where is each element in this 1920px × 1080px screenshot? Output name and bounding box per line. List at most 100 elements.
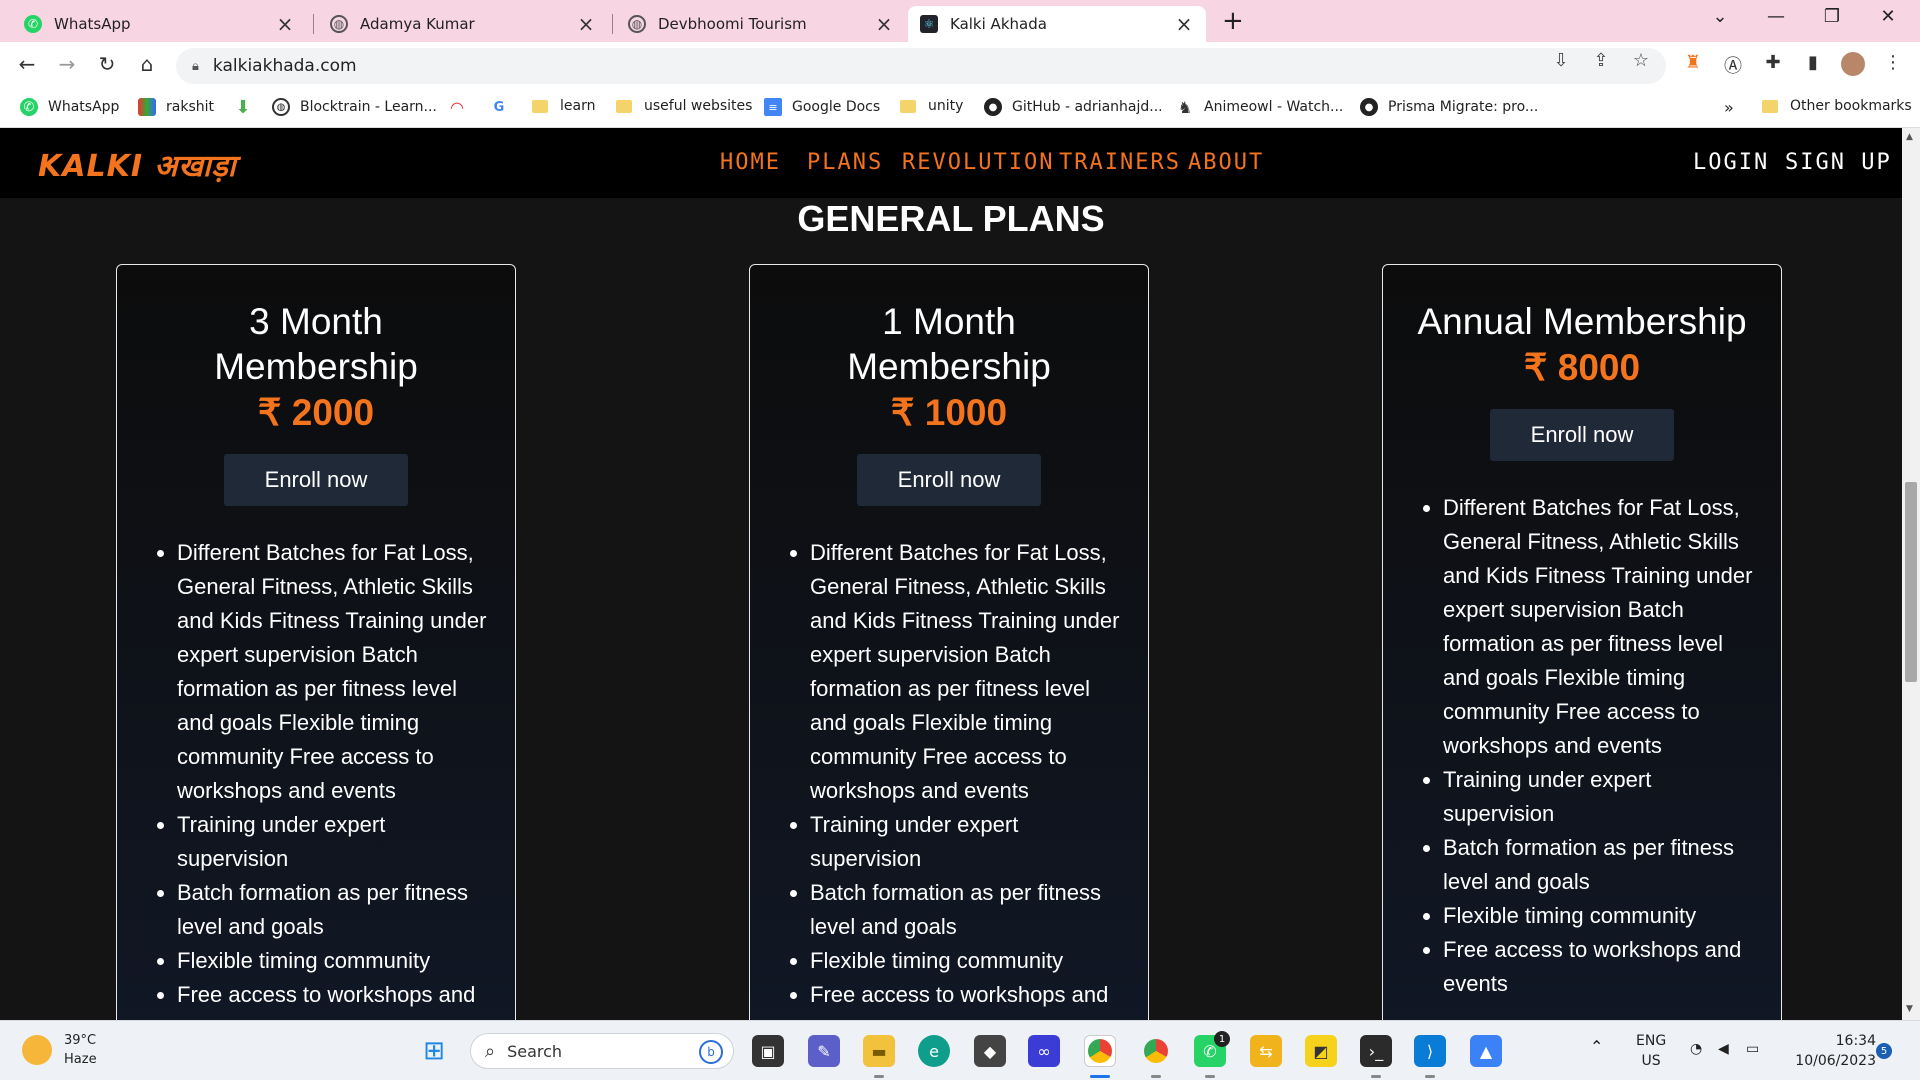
bookmark-folder-learn[interactable]: learn xyxy=(532,98,595,114)
page-scrollbar[interactable]: ▲ ▼ xyxy=(1902,128,1920,1020)
active-indicator xyxy=(1090,1075,1110,1078)
chrome-icon[interactable] xyxy=(1140,1035,1172,1067)
bookmark-prisma-migrate[interactable]: ● Prisma Migrate: pro... xyxy=(1360,98,1538,116)
close-icon[interactable]: × xyxy=(275,12,295,36)
brave-extension-icon[interactable]: ♜ xyxy=(1678,52,1708,73)
plans-page: GENERAL PLANS 3 Month Membership ₹ 2000 … xyxy=(0,198,1902,1020)
battery-icon[interactable]: ▭ xyxy=(1746,1039,1759,1059)
photos-icon[interactable]: ▲ xyxy=(1470,1035,1502,1067)
bookmark-whatsapp[interactable]: ✆ WhatsApp xyxy=(20,98,119,116)
bookmark-other-bookmarks[interactable]: Other bookmarks xyxy=(1762,98,1912,114)
bookmark-github-adrian[interactable]: ● GitHub - adrianhajd... xyxy=(984,98,1163,116)
chrome-active-icon[interactable] xyxy=(1084,1035,1116,1067)
scrollbar-thumb[interactable] xyxy=(1905,482,1917,682)
translate-extension-icon[interactable]: Ⓐ xyxy=(1718,52,1748,78)
login-link[interactable]: LOGIN xyxy=(1693,150,1769,175)
bookmark-folder-unity[interactable]: unity xyxy=(900,98,963,114)
vscode-icon[interactable]: ⟩ xyxy=(1414,1035,1446,1067)
nav-revolution-link[interactable]: REVOLUTION xyxy=(902,150,1054,175)
clock[interactable]: 16:34 10/06/2023 xyxy=(1786,1031,1876,1071)
close-icon[interactable]: × xyxy=(874,12,894,36)
github-icon: ● xyxy=(984,98,1002,116)
windows-taskbar: 39°C Haze ⊞ ⌕ Search b ▣ ✎ ▬ e ◆ ∞ ✆ 1 ⇆… xyxy=(0,1020,1920,1080)
edge-browser-icon[interactable]: e xyxy=(918,1035,950,1067)
bookmark-label: Prisma Migrate: pro... xyxy=(1388,99,1539,115)
bookmark-folder-useful-websites[interactable]: useful websites xyxy=(616,98,752,114)
reload-icon[interactable]: ↻ xyxy=(92,52,122,76)
github-icon: ● xyxy=(1360,98,1378,116)
notification-count-badge[interactable]: 5 xyxy=(1876,1043,1892,1059)
feature-list: Different Batches for Fat Loss, General … xyxy=(750,536,1148,1020)
feature-item: Training under expert supervision xyxy=(810,808,1124,876)
language-line2: US xyxy=(1641,1053,1661,1069)
more-menu-icon[interactable]: ⋮ xyxy=(1878,52,1908,73)
enroll-now-button[interactable]: Enroll now xyxy=(857,454,1041,506)
tab-search-chevron-icon[interactable]: ⌄ xyxy=(1700,6,1740,27)
close-window-icon[interactable]: ✕ xyxy=(1868,6,1908,27)
taskbar-search-box[interactable]: ⌕ Search b xyxy=(470,1033,734,1069)
restore-icon[interactable]: ❐ xyxy=(1812,6,1852,27)
feature-item: Flexible timing community xyxy=(810,944,1124,978)
bookmark-google-docs[interactable]: ≡ Google Docs xyxy=(764,98,880,116)
visual-studio-icon[interactable]: ∞ xyxy=(1028,1035,1060,1067)
enroll-now-button[interactable]: Enroll now xyxy=(1490,409,1674,461)
sticky-notes-icon[interactable]: ◩ xyxy=(1305,1035,1337,1067)
terminal-icon[interactable]: ›_ xyxy=(1360,1035,1392,1067)
nav-trainers-link[interactable]: TRAINERS xyxy=(1059,150,1181,175)
task-view-icon[interactable]: ▣ xyxy=(752,1035,784,1067)
weather-widget[interactable]: 39°C Haze xyxy=(22,1031,97,1069)
wifi-icon[interactable]: ◔ xyxy=(1690,1039,1702,1059)
teams-chat-icon[interactable]: ✎ xyxy=(808,1035,840,1067)
home-icon[interactable]: ⌂ xyxy=(132,52,162,76)
nav-home-link[interactable]: HOME xyxy=(720,150,781,175)
lock-icon: 🔒︎ xyxy=(192,58,199,74)
minimize-icon[interactable]: — xyxy=(1756,6,1796,27)
sign-up-link[interactable]: SIGN UP xyxy=(1785,150,1892,175)
bookmark-blocktrain[interactable]: ◍ Blocktrain - Learn... xyxy=(272,98,437,116)
kalki-akhada-logo[interactable]: KALKI अखाड़ा xyxy=(38,144,237,185)
enroll-now-button[interactable]: Enroll now xyxy=(224,454,408,506)
tab-whatsapp[interactable]: ✆ WhatsApp × xyxy=(12,6,307,42)
bookmark-star-icon[interactable]: ☆ xyxy=(1626,50,1656,71)
nav-about-link[interactable]: ABOUT xyxy=(1188,150,1264,175)
plan-title: 3 Month Membership xyxy=(214,301,418,387)
windows-start-icon[interactable]: ⊞ xyxy=(418,1035,450,1067)
search-placeholder: Search xyxy=(507,1041,563,1061)
language-indicator[interactable]: ENG US xyxy=(1636,1031,1666,1071)
scroll-up-arrow-icon[interactable]: ▲ xyxy=(1906,132,1913,142)
show-hidden-icons-chevron[interactable]: ⌃ xyxy=(1590,1037,1603,1057)
weather-desc: Haze xyxy=(64,1052,97,1067)
new-tab-plus-icon[interactable]: + xyxy=(1222,6,1244,36)
file-explorer-icon[interactable]: ▬ xyxy=(863,1035,895,1067)
volume-icon[interactable]: ◀ xyxy=(1718,1039,1729,1059)
section-title: GENERAL PLANS xyxy=(797,198,1105,239)
feature-item: Batch formation as per fitness level and… xyxy=(810,876,1124,944)
bookmark-rakshit[interactable]: rakshit xyxy=(138,98,214,116)
tab-adamya-kumar[interactable]: ◍ Adamya Kumar × xyxy=(318,6,608,42)
install-app-icon[interactable]: ⇩ xyxy=(1546,50,1576,71)
bookmarks-overflow-chevron[interactable]: » xyxy=(1724,98,1734,117)
nav-plans-link[interactable]: PLANS xyxy=(807,150,883,175)
tab-devbhoomi-tourism[interactable]: ◍ Devbhoomi Tourism × xyxy=(616,6,906,42)
unity-hub-icon[interactable]: ◆ xyxy=(974,1035,1006,1067)
download-arrow-icon: ⬇ xyxy=(235,96,251,118)
bookmark-label: Animeowl - Watch... xyxy=(1204,99,1344,115)
bookmark-google[interactable]: G xyxy=(490,98,518,116)
clock-time: 16:34 xyxy=(1835,1033,1876,1049)
bing-icon: b xyxy=(699,1040,723,1064)
share-icon[interactable]: ⇪ xyxy=(1586,50,1616,71)
bookmark-download[interactable]: ⬇ xyxy=(234,96,262,118)
folder-shortcut-icon[interactable]: ⇆ xyxy=(1250,1035,1282,1067)
close-icon[interactable]: × xyxy=(576,12,596,36)
bookmark-gauge[interactable]: ◠ xyxy=(448,98,476,117)
tab-kalki-akhada[interactable]: ⚛ Kalki Akhada × xyxy=(908,6,1206,42)
bookmark-animeowl[interactable]: ♞ Animeowl - Watch... xyxy=(1176,98,1344,117)
extensions-puzzle-icon[interactable]: ✚ xyxy=(1758,52,1788,73)
back-arrow-icon[interactable]: ← xyxy=(12,52,42,76)
forward-arrow-icon[interactable]: → xyxy=(52,52,82,76)
close-icon[interactable]: × xyxy=(1174,12,1194,36)
scroll-down-arrow-icon[interactable]: ▼ xyxy=(1906,1004,1913,1014)
side-panel-icon[interactable]: ▮ xyxy=(1798,52,1828,73)
profile-avatar[interactable] xyxy=(1838,52,1868,81)
address-bar[interactable]: 🔒︎ kalkiakhada.com xyxy=(176,48,1666,84)
